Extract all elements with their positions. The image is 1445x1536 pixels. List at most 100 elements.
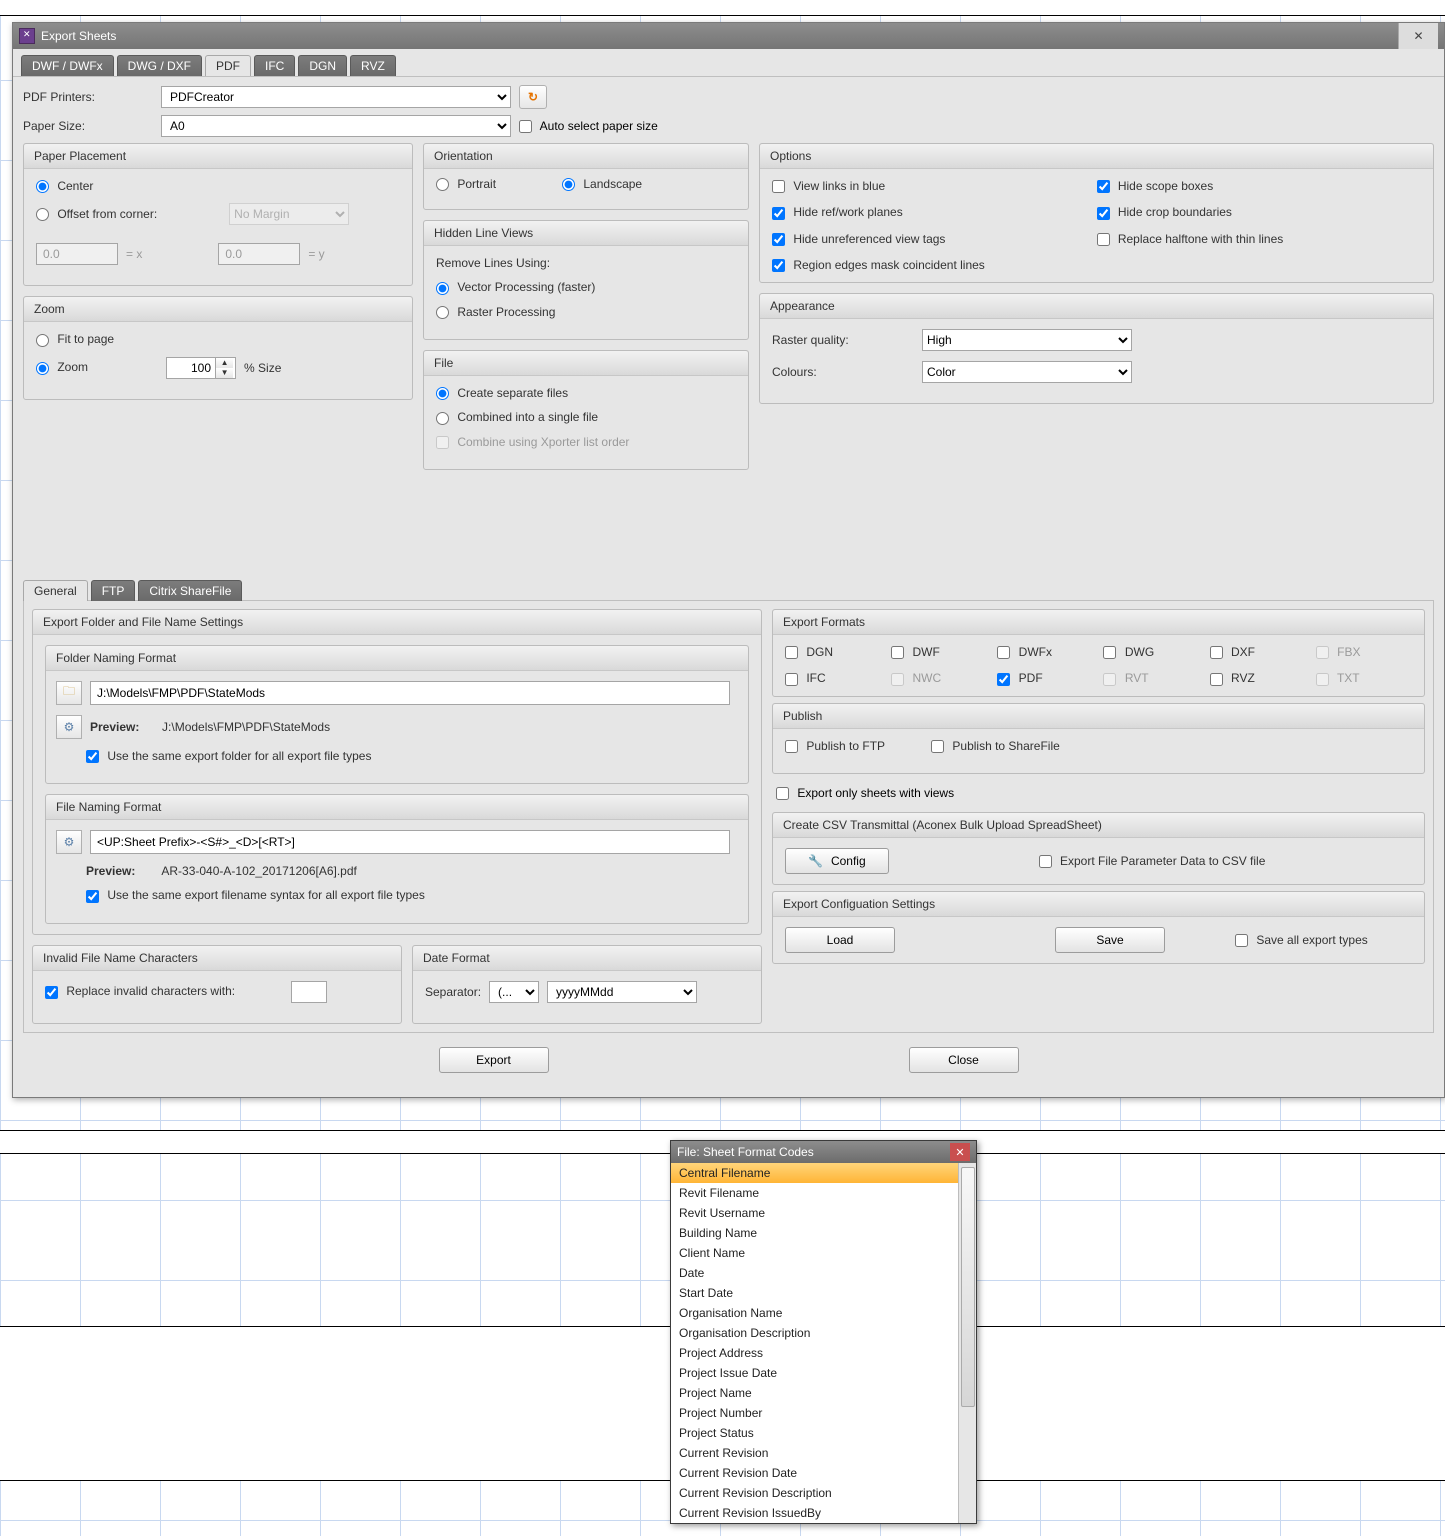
date-format-select[interactable]: yyyyMMdd bbox=[547, 981, 697, 1003]
format-code-item[interactable]: Revit Filename bbox=[671, 1183, 976, 1203]
refresh-printers-button[interactable]: ↻ bbox=[519, 85, 547, 109]
folder-icon: 🗀 bbox=[63, 682, 75, 703]
format-code-item[interactable]: Building Name bbox=[671, 1223, 976, 1243]
opt-unref[interactable]: Hide unreferenced view tags bbox=[772, 232, 1097, 246]
opt-region[interactable]: Region edges mask coincident lines bbox=[772, 258, 1097, 272]
format-dwf[interactable]: DWF bbox=[891, 645, 987, 659]
format-dwfx[interactable]: DWFx bbox=[997, 645, 1093, 659]
combine-xporter-check: Combine using Xporter list order bbox=[436, 435, 629, 449]
opt-crop[interactable]: Hide crop boundaries bbox=[1097, 205, 1422, 219]
separator-select[interactable]: (... bbox=[489, 981, 539, 1003]
same-filename-check[interactable]: Use the same export filename syntax for … bbox=[86, 888, 425, 902]
folder-preview-button[interactable]: ⚙ bbox=[56, 715, 82, 739]
browse-folder-button[interactable]: 🗀 bbox=[56, 681, 82, 705]
format-txt: TXT bbox=[1316, 671, 1412, 685]
landscape-radio[interactable]: Landscape bbox=[562, 177, 642, 191]
zoom-radio[interactable]: Zoom bbox=[36, 360, 88, 374]
window-title: Export Sheets bbox=[41, 29, 116, 43]
export-button[interactable]: Export bbox=[439, 1047, 549, 1073]
tab-ftp[interactable]: FTP bbox=[91, 580, 136, 601]
portrait-radio[interactable]: Portrait bbox=[436, 177, 496, 191]
opt-scope[interactable]: Hide scope boxes bbox=[1097, 179, 1422, 193]
pdf-printer-select[interactable]: PDFCreator bbox=[161, 86, 511, 108]
format-code-item[interactable]: Client Name bbox=[671, 1243, 976, 1263]
format-code-item[interactable]: Project Issue Date bbox=[671, 1363, 976, 1383]
tab-rvz[interactable]: RVZ bbox=[350, 55, 396, 76]
hidden-line-title: Hidden Line Views bbox=[424, 221, 748, 246]
appearance-title: Appearance bbox=[760, 294, 1433, 319]
format-code-item[interactable]: Current Revision bbox=[671, 1443, 976, 1463]
fit-radio[interactable]: Fit to page bbox=[36, 332, 114, 346]
filename-format-input[interactable] bbox=[90, 830, 730, 854]
format-code-item[interactable]: Organisation Description bbox=[671, 1323, 976, 1343]
folder-path-input[interactable] bbox=[90, 681, 730, 705]
tab-general[interactable]: General bbox=[23, 580, 88, 601]
popup-title: File: Sheet Format Codes bbox=[677, 1145, 950, 1159]
csv-config-button[interactable]: 🔧Config bbox=[785, 848, 889, 874]
opt-links[interactable]: View links in blue bbox=[772, 179, 1097, 193]
tab-pdf[interactable]: PDF bbox=[205, 55, 251, 76]
titlebar[interactable]: Export Sheets ✕ bbox=[13, 23, 1444, 49]
combined-radio[interactable]: Combined into a single file bbox=[436, 410, 598, 424]
tab-dwg[interactable]: DWG / DXF bbox=[117, 55, 202, 76]
tab-citrix[interactable]: Citrix ShareFile bbox=[138, 580, 242, 601]
format-dwg[interactable]: DWG bbox=[1103, 645, 1199, 659]
paper-size-label: Paper Size: bbox=[23, 119, 153, 133]
format-codes-popup: File: Sheet Format Codes ✕ Central Filen… bbox=[670, 1140, 977, 1524]
tab-ifc[interactable]: IFC bbox=[254, 55, 295, 76]
export-param-csv-check[interactable]: Export File Parameter Data to CSV file bbox=[1039, 854, 1266, 868]
paper-placement-title: Paper Placement bbox=[24, 144, 412, 169]
offset-y-input bbox=[218, 243, 300, 265]
load-button[interactable]: Load bbox=[785, 927, 895, 953]
paper-size-select[interactable]: A0 bbox=[161, 115, 511, 137]
tab-dgn[interactable]: DGN bbox=[298, 55, 347, 76]
format-code-item[interactable]: Current Revision Description bbox=[671, 1483, 976, 1503]
opt-ref[interactable]: Hide ref/work planes bbox=[772, 205, 1097, 219]
format-code-item[interactable]: Date bbox=[671, 1263, 976, 1283]
popup-close-icon[interactable]: ✕ bbox=[950, 1143, 970, 1161]
raster-radio[interactable]: Raster Processing bbox=[436, 305, 555, 319]
format-ifc[interactable]: IFC bbox=[785, 671, 881, 685]
format-code-item[interactable]: Project Status bbox=[671, 1423, 976, 1443]
format-code-item[interactable]: Project Number bbox=[671, 1403, 976, 1423]
raster-quality-select[interactable]: High bbox=[922, 329, 1132, 351]
export-only-views-check[interactable]: Export only sheets with views bbox=[776, 786, 954, 800]
opt-halftone[interactable]: Replace halftone with thin lines bbox=[1097, 232, 1422, 246]
popup-scrollbar[interactable] bbox=[958, 1163, 976, 1523]
format-code-item[interactable]: Project Name bbox=[671, 1383, 976, 1403]
save-all-types-check[interactable]: Save all export types bbox=[1235, 933, 1368, 947]
format-code-item[interactable]: Organisation Name bbox=[671, 1303, 976, 1323]
format-code-item[interactable]: Central Filename bbox=[671, 1163, 976, 1183]
format-code-item[interactable]: Revit Username bbox=[671, 1203, 976, 1223]
publish-sharefile-check[interactable]: Publish to ShareFile bbox=[931, 739, 1060, 753]
replace-invalid-check[interactable]: Replace invalid characters with: bbox=[45, 984, 235, 998]
publish-ftp-check[interactable]: Publish to FTP bbox=[785, 739, 885, 753]
format-rvz[interactable]: RVZ bbox=[1210, 671, 1306, 685]
format-tabs: DWF / DWFx DWG / DXF PDF IFC DGN RVZ bbox=[13, 49, 1444, 76]
same-folder-check[interactable]: Use the same export folder for all expor… bbox=[86, 749, 371, 763]
create-separate-radio[interactable]: Create separate files bbox=[436, 386, 568, 400]
format-pdf[interactable]: PDF bbox=[997, 671, 1093, 685]
close-icon[interactable]: ✕ bbox=[1398, 23, 1438, 49]
format-code-item[interactable]: Current Revision Date bbox=[671, 1463, 976, 1483]
wrench-icon: 🔧 bbox=[808, 854, 823, 868]
filename-format-button[interactable]: ⚙ bbox=[56, 830, 82, 854]
format-dgn[interactable]: DGN bbox=[785, 645, 881, 659]
format-dxf[interactable]: DXF bbox=[1210, 645, 1306, 659]
format-code-item[interactable]: Project Address bbox=[671, 1343, 976, 1363]
colours-select[interactable]: Color bbox=[922, 361, 1132, 383]
offset-radio[interactable]: Offset from corner: bbox=[36, 207, 157, 221]
replace-char-input[interactable] bbox=[291, 981, 327, 1003]
tab-dwf[interactable]: DWF / DWFx bbox=[21, 55, 114, 76]
format-rvt: RVT bbox=[1103, 671, 1199, 685]
format-code-item[interactable]: Start Date bbox=[671, 1283, 976, 1303]
save-button[interactable]: Save bbox=[1055, 927, 1165, 953]
close-button[interactable]: Close bbox=[909, 1047, 1019, 1073]
zoom-spinner[interactable]: ▲▼ bbox=[166, 357, 236, 379]
offset-x-input bbox=[36, 243, 118, 265]
format-code-item[interactable]: Current Revision IssuedBy bbox=[671, 1503, 976, 1523]
auto-select-paper[interactable]: Auto select paper size bbox=[519, 119, 658, 133]
popup-titlebar[interactable]: File: Sheet Format Codes ✕ bbox=[671, 1141, 976, 1163]
vector-radio[interactable]: Vector Processing (faster) bbox=[436, 280, 595, 294]
center-radio[interactable]: Center bbox=[36, 179, 93, 193]
